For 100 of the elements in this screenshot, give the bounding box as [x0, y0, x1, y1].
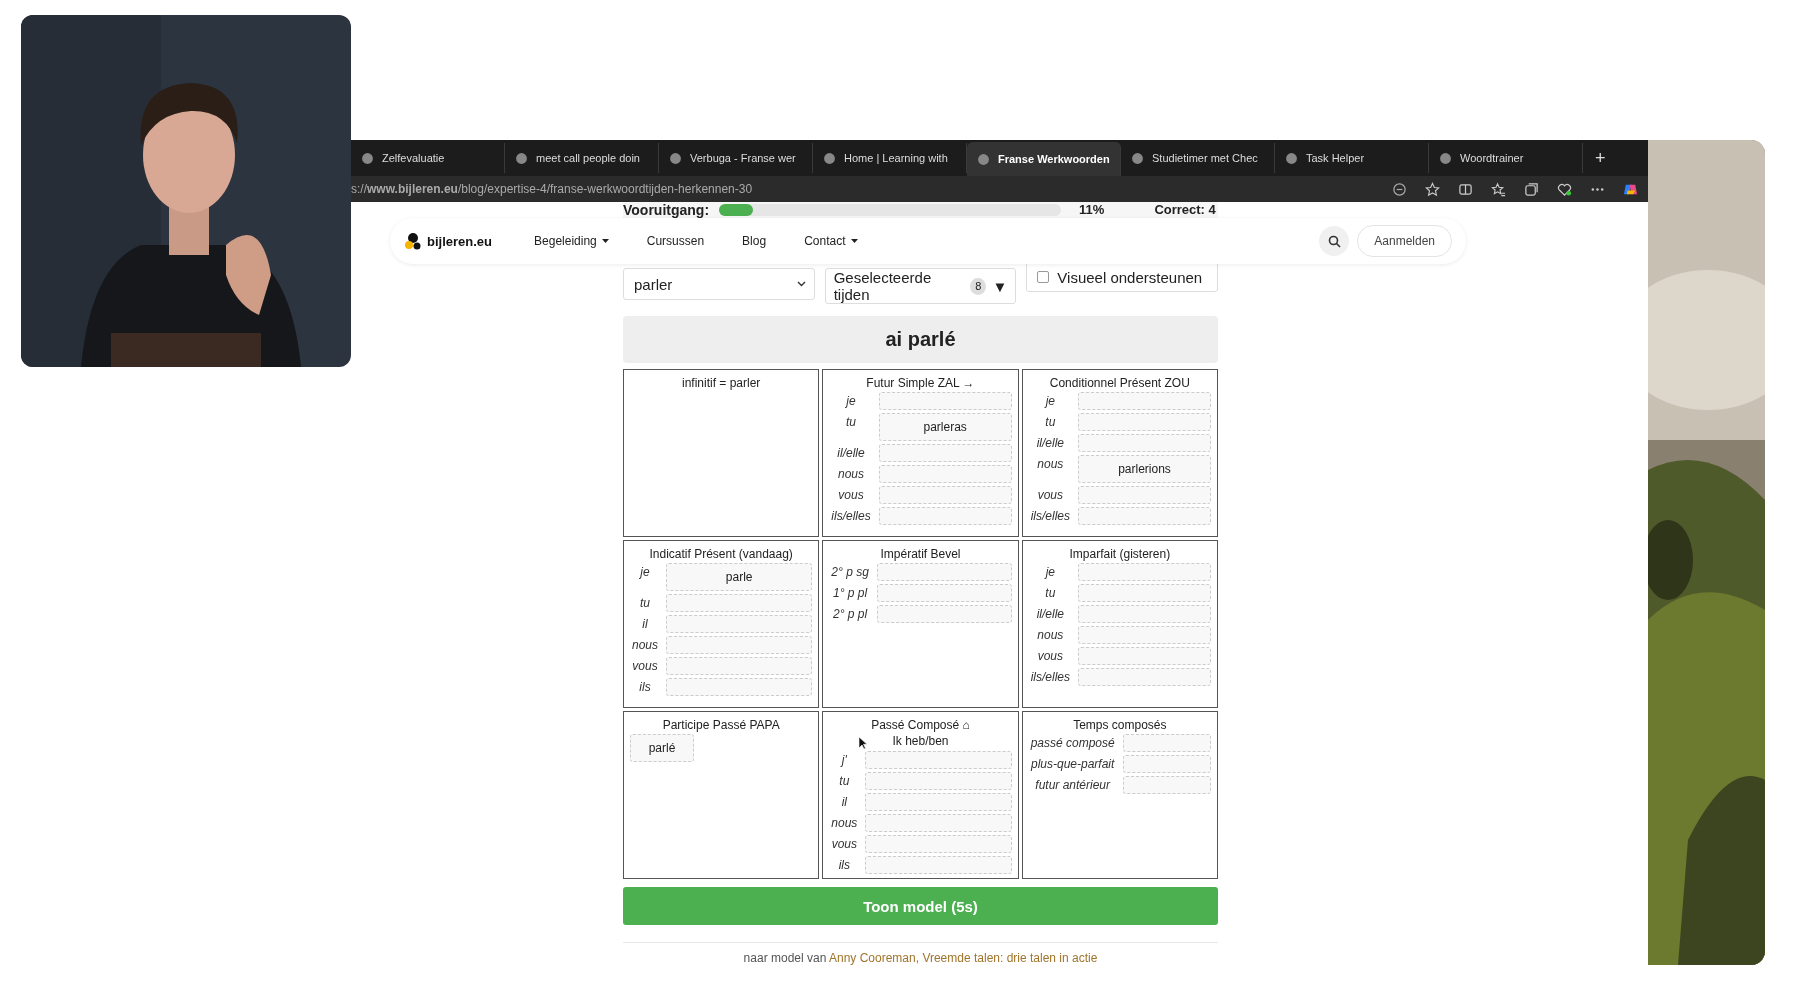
- pronoun-label: il/elle: [1035, 435, 1065, 450]
- answer-field[interactable]: [865, 814, 1012, 832]
- answer-field[interactable]: [1122, 755, 1211, 773]
- card-title: Passé Composé ⌂: [870, 718, 971, 732]
- answer-field[interactable]: [876, 584, 1012, 602]
- answer-field[interactable]: parle: [666, 563, 813, 591]
- nav-link[interactable]: Blog: [742, 234, 767, 248]
- answer-field[interactable]: [1078, 605, 1211, 623]
- answer-field[interactable]: [1078, 626, 1211, 644]
- reader-icon[interactable]: [1392, 181, 1407, 197]
- browser-tab[interactable]: Task Helper: [1275, 143, 1429, 173]
- answer-field[interactable]: [865, 835, 1012, 853]
- answer-field[interactable]: [1078, 392, 1211, 410]
- login-button[interactable]: Aanmelden: [1357, 225, 1452, 257]
- answer-field[interactable]: [878, 465, 1012, 483]
- visual-support-option[interactable]: Visueel ondersteunen: [1026, 262, 1218, 292]
- pronoun-label: je: [1043, 393, 1056, 408]
- answer-field[interactable]: [876, 563, 1012, 581]
- favorites-icon[interactable]: [1491, 181, 1506, 197]
- pronoun-label: ils/elles: [1029, 508, 1071, 523]
- split-screen-icon[interactable]: [1458, 181, 1473, 197]
- new-tab-button[interactable]: +: [1583, 147, 1618, 169]
- browser-tab[interactable]: Studietimer met Chec: [1121, 143, 1275, 173]
- pronoun-label: il/elle: [836, 445, 866, 460]
- star-icon[interactable]: [1425, 181, 1440, 197]
- pronoun-label: tu: [1044, 585, 1057, 600]
- favicon-icon: [1131, 151, 1144, 165]
- nav-link[interactable]: Contact: [804, 234, 846, 248]
- answer-field[interactable]: parlerions: [1078, 455, 1211, 483]
- answer-field[interactable]: parleras: [878, 413, 1012, 441]
- pronoun-label: ils: [837, 857, 851, 872]
- answer-field[interactable]: [666, 678, 813, 696]
- verb-dropdown[interactable]: parler: [623, 268, 815, 300]
- card-title: Conditionnel Présent ZOU: [1048, 376, 1191, 390]
- pronoun-label: il: [840, 794, 848, 809]
- answer-field[interactable]: [878, 392, 1012, 410]
- answer-field[interactable]: [666, 615, 813, 633]
- caret-icon: ▼: [992, 277, 1008, 295]
- correct-count: Correct: 4: [1154, 202, 1216, 218]
- answer-field[interactable]: [865, 751, 1012, 769]
- pronoun-label: vous: [830, 836, 858, 851]
- credit-link[interactable]: Anny Cooreman, Vreemde talen: drie talen in actie: [829, 951, 1098, 965]
- answer-field[interactable]: [878, 507, 1012, 525]
- browser-tab[interactable]: Verbuga - Franse wer: [659, 143, 813, 173]
- count-badge: 8: [970, 277, 987, 295]
- search-button[interactable]: [1319, 226, 1350, 256]
- answer-field[interactable]: [1078, 647, 1211, 665]
- collections-icon[interactable]: [1524, 181, 1539, 197]
- answer-field[interactable]: [876, 605, 1012, 623]
- brand-name[interactable]: bijleren.eu: [427, 233, 493, 249]
- pronoun-label: ils/elles: [1029, 669, 1071, 684]
- answer-field[interactable]: [865, 793, 1012, 811]
- favicon-icon: [515, 151, 528, 165]
- tenses-dropdown[interactable]: Geselecteerde tijden 8 ▼: [824, 268, 1017, 304]
- answer-field[interactable]: [1078, 486, 1211, 504]
- search-icon: [1327, 234, 1341, 248]
- pronoun-label: ils/elles: [830, 508, 872, 523]
- card-title: infinitif = parler: [680, 376, 762, 390]
- answer-field[interactable]: [666, 636, 813, 654]
- browser-tab[interactable]: Woordtrainer: [1429, 143, 1583, 173]
- favicon-icon: [1439, 151, 1452, 165]
- browser-tab[interactable]: Zelfevaluatie: [351, 143, 505, 173]
- browser-tab[interactable]: Franse Werkwoorden: [967, 142, 1121, 176]
- answer-field[interactable]: [1078, 668, 1211, 686]
- pronoun-label: j': [839, 752, 848, 767]
- pronoun-label: il/elle: [1035, 606, 1065, 621]
- answer-field[interactable]: [1078, 563, 1211, 581]
- favicon-icon: [669, 151, 682, 165]
- answer-field[interactable]: [1078, 434, 1211, 452]
- answer-field[interactable]: [878, 486, 1012, 504]
- pronoun-label: tu: [838, 773, 851, 788]
- pronoun-label: tu: [845, 414, 857, 429]
- checkbox[interactable]: [1037, 271, 1050, 283]
- nav-link[interactable]: Begeleiding: [534, 234, 597, 248]
- pronoun-label: nous: [631, 637, 660, 652]
- pronoun-label: ils: [638, 679, 652, 694]
- answer-field[interactable]: parlé: [630, 734, 694, 762]
- pronoun-label: vous: [1036, 648, 1064, 663]
- prompt-text: ai parlé: [623, 316, 1218, 363]
- answer-field[interactable]: [878, 444, 1012, 462]
- progress-label: Vooruitgang:: [623, 202, 710, 218]
- browser-tab[interactable]: meet call people doin: [505, 143, 659, 173]
- answer-field[interactable]: [1078, 413, 1211, 431]
- answer-field[interactable]: [1078, 507, 1211, 525]
- nav-link[interactable]: Cursussen: [646, 234, 705, 248]
- cursor-icon: [858, 736, 868, 750]
- pronoun-label: je: [844, 393, 857, 408]
- pronoun-label: nous: [837, 466, 865, 481]
- progress-percent: 11%: [1079, 202, 1105, 218]
- answer-field[interactable]: [865, 856, 1012, 874]
- pronoun-label: je: [1043, 564, 1056, 579]
- answer-field[interactable]: [865, 772, 1012, 790]
- answer-field[interactable]: [1122, 734, 1211, 752]
- pronoun-label: vous: [837, 487, 865, 502]
- heart-icon[interactable]: [1557, 181, 1572, 197]
- answer-field[interactable]: [1122, 776, 1211, 794]
- answer-field[interactable]: [1078, 584, 1211, 602]
- card-title: Temps composés: [1072, 718, 1168, 732]
- answer-field[interactable]: [666, 657, 813, 675]
- answer-field[interactable]: [666, 594, 813, 612]
